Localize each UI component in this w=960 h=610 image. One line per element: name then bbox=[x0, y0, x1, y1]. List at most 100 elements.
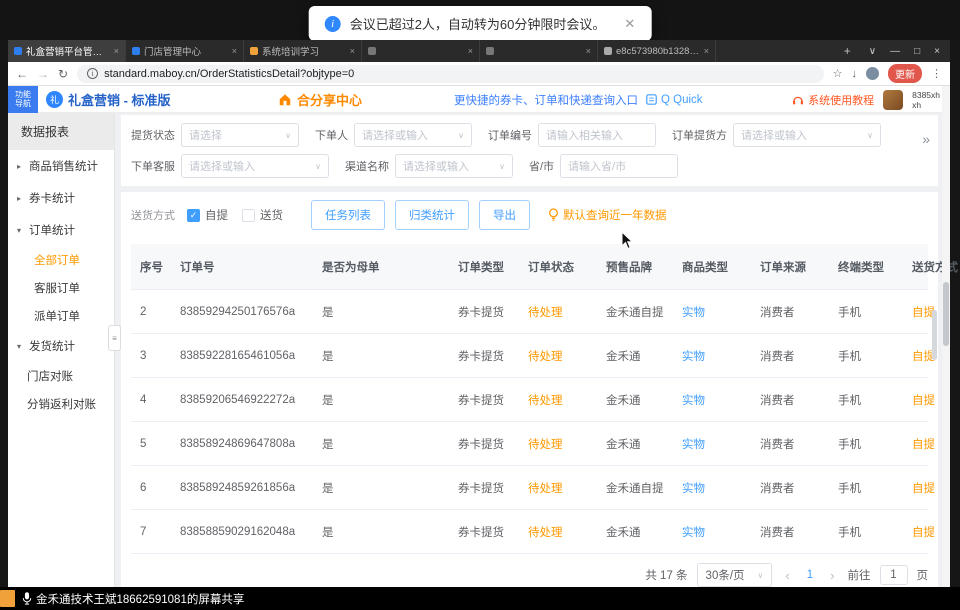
username-line1: 8385xh bbox=[912, 90, 940, 100]
column-header-商品类型: 商品类型 bbox=[673, 259, 751, 275]
filter-input[interactable]: 请输入相关输入 bbox=[538, 123, 656, 147]
tab-favicon bbox=[14, 47, 22, 55]
forward-icon[interactable]: → bbox=[37, 67, 49, 81]
back-icon[interactable]: ← bbox=[16, 67, 28, 81]
checkbox-checked-icon[interactable]: ✓ bbox=[187, 209, 200, 222]
page-number-1[interactable]: 1 bbox=[803, 569, 817, 581]
browser-tab[interactable]: 系统培训学习 × bbox=[244, 40, 362, 62]
table-cell: 券卡提货 bbox=[449, 436, 519, 452]
tab-close-icon[interactable]: × bbox=[704, 46, 709, 56]
导出-button[interactable]: 导出 bbox=[479, 200, 530, 230]
toast-close-icon[interactable]: ✕ bbox=[624, 16, 635, 32]
filter-input[interactable]: 请输入省/市 bbox=[560, 154, 678, 178]
table-row[interactable]: 483859206546922272a是券卡提货待处理金禾通实物消费者手机自提 bbox=[131, 378, 928, 422]
sidebar-item-订单统计[interactable]: ▾订单统计 bbox=[8, 214, 114, 246]
filter-select[interactable]: 请选择或输入∨ bbox=[395, 154, 513, 178]
next-page-button[interactable]: › bbox=[826, 568, 838, 583]
filter-select[interactable]: 请选择或输入∨ bbox=[733, 123, 881, 147]
任务列表-button[interactable]: 任务列表 bbox=[311, 200, 385, 230]
browser-tab[interactable]: × bbox=[362, 40, 480, 62]
sidebar-item-券卡统计[interactable]: ▸券卡统计 bbox=[8, 182, 114, 214]
share-center-link[interactable]: 合分享中心 bbox=[278, 86, 362, 113]
product-type-link[interactable]: 实物 bbox=[673, 348, 751, 364]
quick-entry-link[interactable]: Q Quick bbox=[646, 86, 703, 113]
tutorial-link[interactable]: 系统使用教程 bbox=[792, 92, 874, 108]
table-row[interactable]: 783858859029162048a是券卡提货待处理金禾通实物消费者手机自提 bbox=[131, 510, 928, 554]
reload-icon[interactable]: ↻ bbox=[58, 67, 68, 81]
sidebar-subitem-分销返利对账[interactable]: 分销返利对账 bbox=[8, 390, 114, 418]
chevron-down-icon: ∨ bbox=[499, 162, 505, 171]
browser-tab[interactable]: e8c573980b1328a258fd2e6l× bbox=[598, 40, 716, 62]
prev-page-button[interactable]: ‹ bbox=[781, 568, 793, 583]
sidebar-subitem-门店对账[interactable]: 门店对账 bbox=[8, 362, 114, 390]
url-text[interactable]: standard.maboy.cn/OrderStatisticsDetail?… bbox=[104, 68, 354, 80]
function-nav-toggle[interactable]: 功能 导航 bbox=[8, 86, 38, 113]
user-avatar[interactable] bbox=[883, 90, 903, 110]
sidebar-item-label: 发货统计 bbox=[29, 338, 75, 354]
tab-close-icon[interactable]: × bbox=[586, 46, 591, 56]
product-type-link[interactable]: 实物 bbox=[673, 392, 751, 408]
归类统计-button[interactable]: 归类统计 bbox=[395, 200, 469, 230]
download-icon[interactable]: ↓ bbox=[852, 68, 858, 80]
product-type-link[interactable]: 实物 bbox=[673, 304, 751, 320]
toast-message: 会议已超过2人，自动转为60分钟限时会议。 bbox=[350, 14, 606, 33]
table-cell: 券卡提货 bbox=[449, 524, 519, 540]
sidebar-item-商品销售统计[interactable]: ▸商品销售统计 bbox=[8, 150, 114, 182]
site-info-icon[interactable]: i bbox=[87, 68, 98, 79]
filter-select[interactable]: 请选择∨ bbox=[181, 123, 299, 147]
bookmark-star-icon[interactable]: ☆ bbox=[833, 67, 843, 80]
browser-menu-icon[interactable]: ⋮ bbox=[931, 67, 942, 80]
browser-profile-icon[interactable] bbox=[866, 67, 879, 80]
browser-tab[interactable]: 门店管理中心× bbox=[126, 40, 244, 62]
sidebar-section-title: 数据报表 bbox=[8, 113, 114, 150]
tab-close-icon[interactable]: × bbox=[114, 46, 119, 56]
close-button[interactable]: × bbox=[934, 46, 940, 57]
filter-select[interactable]: 请选择或输入∨ bbox=[354, 123, 472, 147]
table-cell: 5 bbox=[131, 438, 171, 450]
delivery-options: ✓自提送货 bbox=[187, 207, 297, 223]
jump-page-input[interactable]: 1 bbox=[880, 565, 908, 585]
sidebar-subitem-客服订单[interactable]: 客服订单 bbox=[8, 274, 114, 302]
table-cell: 自提 bbox=[903, 524, 959, 540]
filter-select[interactable]: 请选择或输入∨ bbox=[181, 154, 329, 178]
filter-collapse-icon[interactable]: » bbox=[922, 131, 930, 147]
sidebar-item-发货统计[interactable]: ▾发货统计 bbox=[8, 330, 114, 362]
tab-close-icon[interactable]: × bbox=[350, 46, 355, 56]
address-bar[interactable]: i standard.maboy.cn/OrderStatisticsDetai… bbox=[77, 65, 824, 83]
browser-update-button[interactable]: 更新 bbox=[888, 64, 922, 83]
checkbox-自提[interactable]: ✓自提 bbox=[187, 207, 228, 223]
filter-row-2: 下单客服请选择或输入∨渠道名称请选择或输入∨省/市请输入省/市 bbox=[131, 154, 928, 178]
page-scrollbar-thumb[interactable] bbox=[943, 282, 949, 346]
total-count: 共 17 条 bbox=[645, 567, 687, 583]
microphone-icon bbox=[22, 591, 32, 606]
sidebar-collapse-handle[interactable]: ≡ bbox=[108, 325, 121, 351]
product-type-link[interactable]: 实物 bbox=[673, 524, 751, 540]
tab-favicon bbox=[250, 47, 258, 55]
new-tab-button[interactable]: + bbox=[836, 40, 859, 62]
tab-close-icon[interactable]: × bbox=[468, 46, 473, 56]
page-scrollbar[interactable] bbox=[942, 86, 950, 587]
column-header-是否为母单: 是否为母单 bbox=[313, 259, 449, 275]
sidebar-subitem-派单订单[interactable]: 派单订单 bbox=[8, 302, 114, 330]
taskbar-avatar[interactable] bbox=[0, 590, 15, 607]
product-type-link[interactable]: 实物 bbox=[673, 436, 751, 452]
product-type-link[interactable]: 实物 bbox=[673, 480, 751, 496]
table-row[interactable]: 683858924859261856a是券卡提货待处理金禾通自提实物消费者手机自… bbox=[131, 466, 928, 510]
checkbox-unchecked-icon[interactable] bbox=[242, 209, 255, 222]
minimize-button[interactable]: — bbox=[890, 46, 900, 57]
page-size-select[interactable]: 30条/页 ∨ bbox=[697, 563, 773, 587]
table-cell: 手机 bbox=[829, 524, 903, 540]
tab-close-icon[interactable]: × bbox=[232, 46, 237, 56]
table-row[interactable]: 283859294250176576a是券卡提货待处理金禾通自提实物消费者手机自… bbox=[131, 290, 928, 334]
browser-tab[interactable]: 礼盒营销平台管理中心× bbox=[8, 40, 126, 62]
table-row[interactable]: 383859228165461056a是券卡提货待处理金禾通实物消费者手机自提 bbox=[131, 334, 928, 378]
table-row[interactable]: 583858924869647808a是券卡提货待处理金禾通实物消费者手机自提 bbox=[131, 422, 928, 466]
tab-title: 系统培训学习 bbox=[262, 44, 346, 58]
chevron-down-icon[interactable]: ∨ bbox=[869, 46, 876, 57]
sidebar-subitem-全部订单[interactable]: 全部订单 bbox=[8, 246, 114, 274]
filter-group: 提货状态请选择∨ bbox=[131, 123, 299, 147]
maximize-button[interactable]: □ bbox=[914, 46, 920, 57]
browser-tab[interactable]: × bbox=[480, 40, 598, 62]
checkbox-送货[interactable]: 送货 bbox=[242, 207, 283, 223]
table-scrollbar-thumb[interactable] bbox=[932, 310, 937, 360]
